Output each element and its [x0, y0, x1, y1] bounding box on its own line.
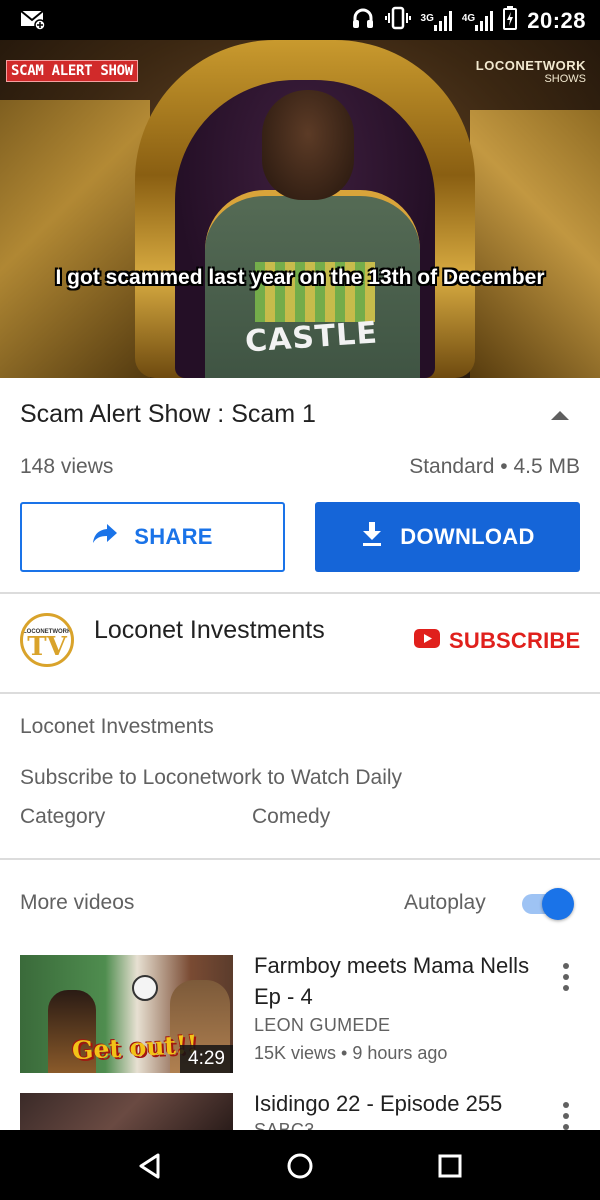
status-bar: 3G 4G 20:28 — [0, 0, 600, 40]
video-scene-gold-left — [0, 100, 150, 378]
autoplay-toggle-knob — [542, 888, 574, 920]
category-label: Category — [20, 805, 106, 828]
vibrate-icon — [384, 6, 411, 35]
video-scene-person-head — [262, 90, 354, 200]
recents-icon[interactable] — [434, 1150, 466, 1182]
headphones-icon — [351, 6, 375, 35]
clock: 20:28 — [527, 7, 586, 33]
more-options-icon[interactable] — [556, 963, 576, 997]
share-arrow-icon — [92, 523, 118, 551]
video-thumbnail[interactable] — [20, 1093, 233, 1130]
thumbnail-clock — [132, 975, 158, 1001]
divider — [0, 592, 600, 594]
subscribe-label: SUBSCRIBE — [449, 628, 581, 653]
channel-avatar[interactable]: LOCONETWORK TV — [20, 613, 74, 667]
divider — [0, 858, 600, 860]
download-label: DOWNLOAD — [400, 524, 535, 549]
download-button[interactable]: DOWNLOAD — [315, 502, 580, 572]
video-brand-line1: LOCONETWORK — [475, 58, 586, 73]
quality-size: Standard • 4.5 MB — [409, 455, 580, 478]
signal-4g-icon: 4G — [462, 10, 494, 31]
video-subtitle: I got scammed last year on the 13th of D… — [55, 266, 545, 289]
video-player[interactable]: CASTLE — [0, 40, 600, 378]
email-notification-icon — [20, 9, 46, 36]
battery-charging-icon — [503, 6, 518, 35]
description-text: Subscribe to Loconetwork to Watch Daily — [20, 766, 403, 789]
view-count: 148 views — [20, 455, 114, 478]
share-button[interactable]: SHARE — [20, 502, 285, 572]
autoplay-label: Autoplay — [404, 891, 486, 914]
signal-3g-icon: 3G — [421, 10, 452, 31]
youtube-play-icon — [414, 629, 440, 653]
video-brand-line2: SHOWS — [544, 73, 586, 85]
video-thumbnail[interactable]: Get out!! 4:29 — [20, 955, 233, 1073]
related-video-title[interactable]: Farmboy meets Mama Nells Ep - 4 — [254, 950, 534, 1012]
related-video-channel: LEON GUMEDE — [254, 1015, 391, 1035]
more-videos-label: More videos — [20, 891, 135, 914]
related-video-meta: 15K views • 9 hours ago — [254, 1043, 448, 1063]
channel-avatar-tv: TV — [27, 632, 67, 662]
related-video-title[interactable]: Isidingo 22 - Episode 255 — [254, 1088, 534, 1119]
video-brand-watermark: LOCONETWORK SHOWS — [476, 58, 586, 85]
video-title: Scam Alert Show : Scam 1 — [20, 400, 316, 428]
channel-name[interactable]: Loconet Investments — [94, 616, 325, 645]
subscribe-button[interactable]: SUBSCRIBE — [414, 628, 580, 654]
collapse-details-icon[interactable] — [545, 404, 575, 428]
description-author: Loconet Investments — [20, 715, 214, 738]
category-value: Comedy — [252, 805, 331, 828]
autoplay-toggle[interactable] — [520, 887, 576, 921]
download-icon — [360, 521, 384, 553]
share-label: SHARE — [134, 524, 213, 549]
video-scene-gold-right — [470, 110, 600, 378]
home-icon[interactable] — [284, 1150, 316, 1182]
divider — [0, 692, 600, 694]
video-duration: 4:29 — [180, 1045, 233, 1073]
video-badge: SCAM ALERT SHOW — [6, 60, 138, 82]
more-options-icon[interactable] — [556, 1102, 576, 1130]
system-navigation-bar — [0, 1130, 600, 1200]
back-icon[interactable] — [134, 1150, 166, 1182]
